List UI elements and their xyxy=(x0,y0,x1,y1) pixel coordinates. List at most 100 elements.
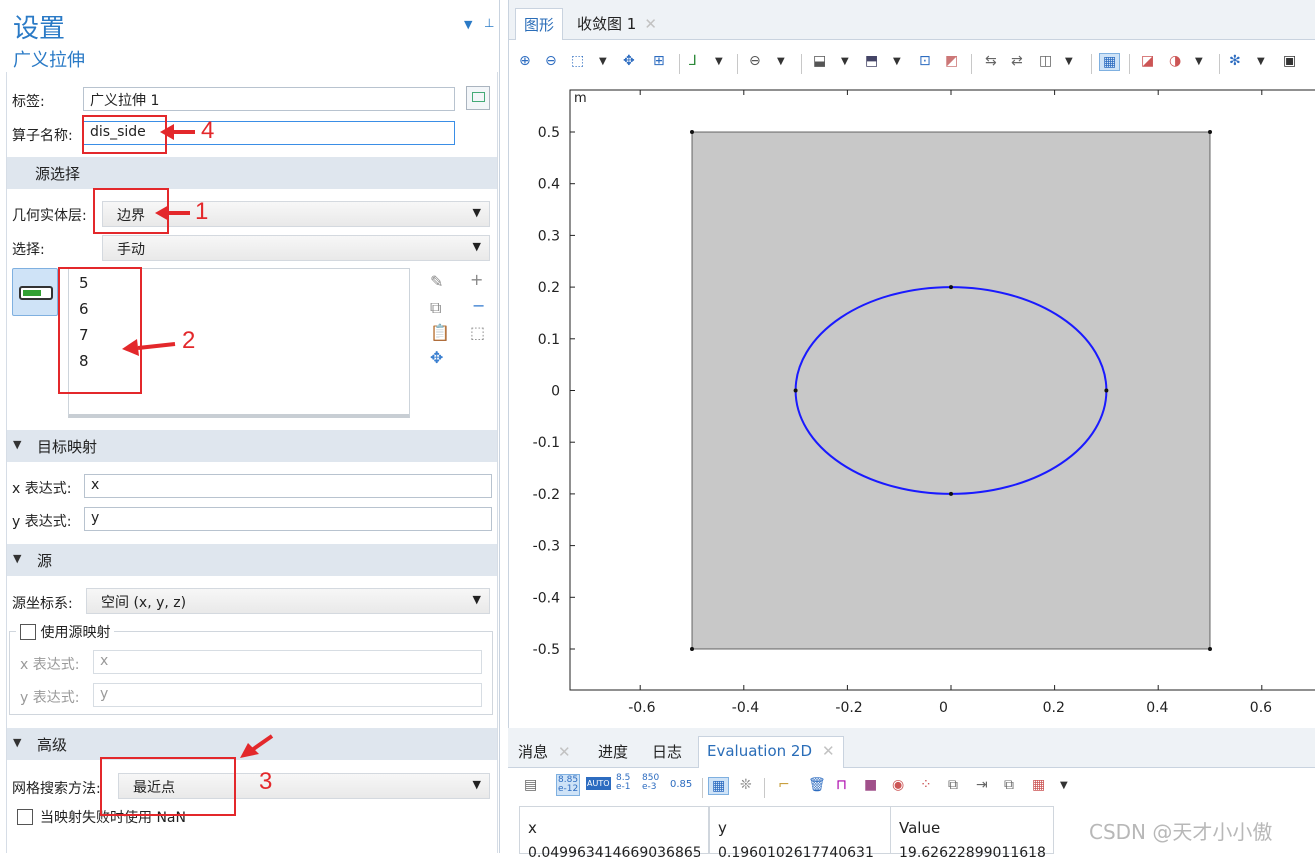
y-tick-label: 0 xyxy=(551,384,560,400)
view-icon[interactable]: ◫ xyxy=(1039,53,1052,69)
delete-icon[interactable]: 🗑 xyxy=(808,777,826,793)
tab-convergence[interactable]: 收敛图 1 ✕ xyxy=(569,8,665,40)
show-icon[interactable]: ⇄ xyxy=(1011,53,1023,69)
separator xyxy=(801,54,802,74)
show-layer-icon[interactable]: ⬓ xyxy=(813,53,826,69)
x-tick-label: 0 xyxy=(939,700,948,716)
table-settings-icon[interactable]: ▦ xyxy=(1032,777,1045,793)
y-tick-label: -0.4 xyxy=(533,590,560,606)
table-cell: 0.1960102617740631 xyxy=(718,845,874,861)
evaluation-toolbar: ▤ 8.85 e-12 AUTO 8.5 e-1 850 e-3 0.85 ▦ ❊ ⌐… xyxy=(508,772,1315,802)
tab-evaluation-2d[interactable]: Evaluation 2D ✕ xyxy=(698,736,844,768)
y-tick-label: -0.1 xyxy=(533,435,560,451)
close-icon[interactable]: ✕ xyxy=(644,15,657,33)
select-box-icon[interactable]: ⊖ xyxy=(749,53,761,69)
color-icon[interactable]: ■ xyxy=(864,777,877,793)
x-tick-label: 0.6 xyxy=(1250,700,1272,716)
table-view-icon[interactable]: ▦ xyxy=(708,777,730,795)
table-cell: 19.626228990116182 xyxy=(899,845,1045,861)
engineering-icon[interactable]: 850 e-3 xyxy=(642,774,659,792)
grid-toggle-icon[interactable]: ▦ xyxy=(1099,53,1121,71)
y-tick-label: -0.3 xyxy=(533,539,560,555)
vertex-point xyxy=(690,647,694,651)
chevron-down-icon[interactable]: ▼ xyxy=(1257,56,1265,67)
reset-view-icon[interactable]: ✻ xyxy=(1229,53,1241,69)
chevron-down-icon[interactable]: ▼ xyxy=(841,56,849,67)
axis-orientation-icon[interactable]: ⅃ xyxy=(689,53,697,69)
histogram-icon[interactable]: ◉ xyxy=(892,777,904,793)
graphics-toolbar: ⊕ ⊖ ⬚ ▼ ✥ ⊞ ⅃ ▼ ⊖ ▼ ⬓ ▼ ⬒ ▼ ⊡ ◩ ⇆ ⇄ ◫ ▼ … xyxy=(509,48,1315,78)
tab-progress[interactable]: 进度 xyxy=(590,736,636,768)
close-icon[interactable]: ✕ xyxy=(558,743,571,761)
graph-view-icon[interactable]: ❊ xyxy=(740,777,752,793)
separator xyxy=(764,778,765,798)
column-value[interactable]: Value 19.626228990116182 xyxy=(890,806,1054,861)
separator xyxy=(1219,54,1220,74)
graphics-panel: 图形 收敛图 1 ✕ ⊕ ⊖ ⬚ ▼ ✥ ⊞ ⅃ ▼ ⊖ ▼ ⬓ ▼ ⬒ ▼ ⊡ … xyxy=(508,0,1315,853)
decimal-icon[interactable]: 0.85 xyxy=(670,779,692,790)
separator xyxy=(737,54,738,74)
zoom-in-icon[interactable]: ⊕ xyxy=(519,53,531,69)
x-tick-label: -0.2 xyxy=(835,700,862,716)
lighting-icon[interactable]: ◑ xyxy=(1169,53,1181,69)
x-tick-label: 0.4 xyxy=(1146,700,1168,716)
precision-icon[interactable]: 8.85 e-12 xyxy=(556,774,581,796)
auto-format-icon[interactable]: AUTO xyxy=(586,777,611,790)
graphics-canvas[interactable]: m 0.5 0.4 0.3 0.2 0.1 0 -0.1 -0.2 -0.3 -0.4 -0.5 -0.… xyxy=(509,78,1315,728)
vertex-point xyxy=(793,388,798,393)
annotation-number-3: 3 xyxy=(259,768,273,795)
export-icon[interactable]: ⇥ xyxy=(976,777,988,793)
tab-label: 收敛图 1 xyxy=(577,15,637,33)
select-objects-icon[interactable]: ⊡ xyxy=(919,53,931,69)
annotation-number-4: 4 xyxy=(201,117,215,144)
chevron-down-icon[interactable]: ▼ xyxy=(1065,56,1073,67)
y-tick-label: 0.2 xyxy=(538,280,560,296)
hide-icon[interactable]: ⇆ xyxy=(985,53,997,69)
y-tick-label: -0.2 xyxy=(533,487,560,503)
column-x[interactable]: x 0.0499634146690368656 xyxy=(519,806,709,861)
tab-log[interactable]: 日志 xyxy=(644,736,690,768)
chevron-down-icon[interactable]: ▼ xyxy=(893,56,901,67)
vertex-point xyxy=(949,491,953,496)
tab-label: 日志 xyxy=(652,743,683,761)
plot-table-icon[interactable]: ⊓ xyxy=(836,777,847,793)
y-tick-label: 0.3 xyxy=(538,228,560,244)
tab-graphics[interactable]: 图形 xyxy=(515,8,564,40)
chevron-down-icon[interactable]: ▼ xyxy=(715,56,723,67)
graphics-tabbar: 图形 收敛图 1 ✕ xyxy=(509,0,1315,40)
tab-messages[interactable]: 消息 ✕ xyxy=(510,736,579,768)
render-icon[interactable]: ⬒ xyxy=(865,53,878,69)
chevron-down-icon[interactable]: ▼ xyxy=(777,56,785,67)
chevron-down-icon[interactable]: ▼ xyxy=(1060,780,1068,791)
clear-selection-icon[interactable]: ◩ xyxy=(945,53,958,69)
zoom-box-icon[interactable]: ⬚ xyxy=(571,53,584,69)
separator xyxy=(1091,54,1092,74)
clear-icon[interactable]: ⌐ xyxy=(778,777,790,793)
separator xyxy=(1129,54,1130,74)
x-tick-label: -0.6 xyxy=(628,700,655,716)
tab-label: 进度 xyxy=(598,743,629,761)
unit-label: m xyxy=(574,91,587,106)
close-icon[interactable]: ✕ xyxy=(822,742,835,760)
zoom-extents-icon[interactable]: ✥ xyxy=(623,53,635,69)
scientific-icon[interactable]: 8.5 e-1 xyxy=(616,774,631,792)
scatter-icon[interactable]: ⁘ xyxy=(920,777,932,793)
zoom-selected-icon[interactable]: ⊞ xyxy=(653,53,665,69)
vertex-point xyxy=(1208,130,1212,134)
domain-rectangle xyxy=(691,131,1211,650)
copy-table-icon[interactable]: ⧉ xyxy=(948,777,958,793)
annotation-number-2: 2 xyxy=(182,327,196,354)
chevron-down-icon[interactable]: ▼ xyxy=(599,56,607,67)
chevron-down-icon[interactable]: ▼ xyxy=(1195,56,1203,67)
transparency-icon[interactable]: ◪ xyxy=(1141,53,1154,69)
full-precision-icon[interactable]: ⧉ xyxy=(1004,777,1014,793)
camera-icon[interactable]: ▣ xyxy=(1283,53,1296,69)
table-icon[interactable]: ▤ xyxy=(524,777,537,793)
column-header: y xyxy=(718,819,727,837)
zoom-out-icon[interactable]: ⊖ xyxy=(545,53,557,69)
settings-panel: 设置 广义拉伸 ▼ ⊥ 标签: 广义拉伸 1 算子名称: dis_side 源选… xyxy=(0,0,500,853)
vertex-point xyxy=(1208,647,1212,651)
column-y[interactable]: y 0.1960102617740631 xyxy=(709,806,891,861)
tab-label: 图形 xyxy=(524,16,555,34)
vertex-point xyxy=(949,285,953,290)
